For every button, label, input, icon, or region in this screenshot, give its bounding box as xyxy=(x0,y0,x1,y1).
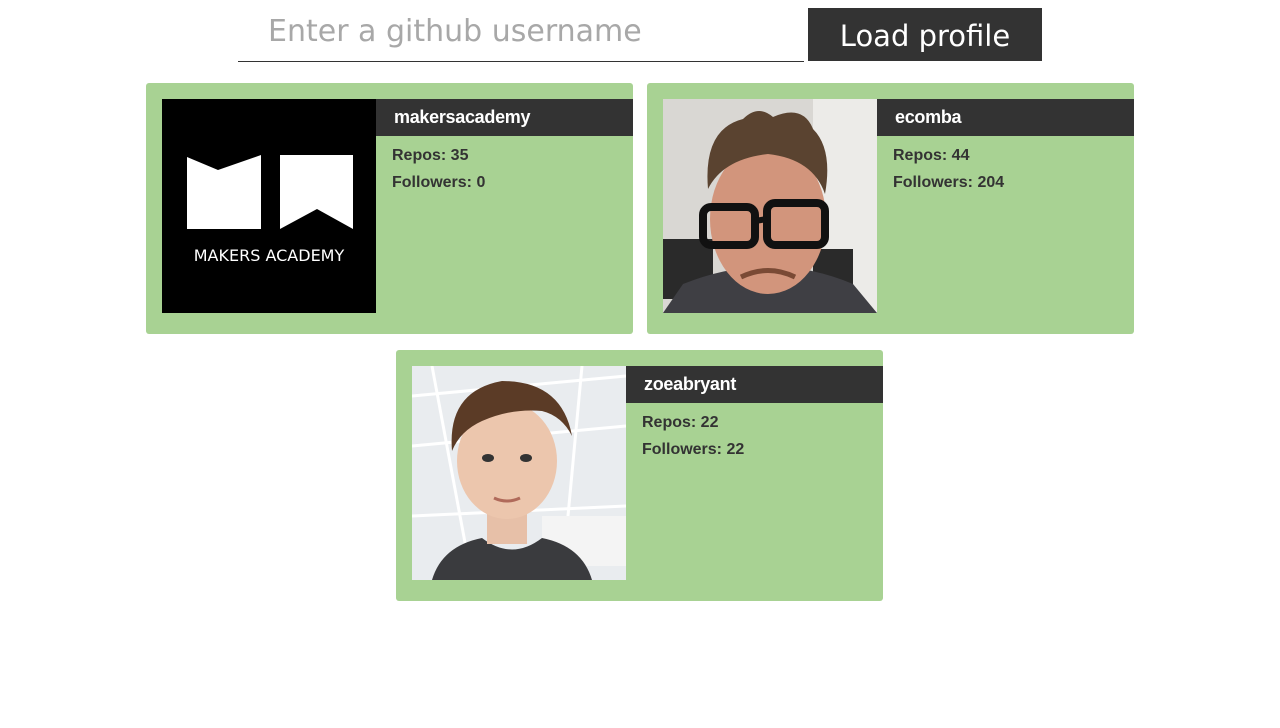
repos-count: Repos: 35 xyxy=(392,147,469,164)
avatar xyxy=(412,366,626,580)
profile-username: ecomba xyxy=(877,99,1134,136)
makers-academy-logo-icon: MAKERS ACADEMY xyxy=(162,99,376,313)
user-photo-icon xyxy=(412,366,626,580)
avatar: MAKERS ACADEMY xyxy=(162,99,376,313)
search-bar: Load profile xyxy=(238,8,1042,62)
avatar xyxy=(663,99,877,313)
profile-username: makersacademy xyxy=(376,99,633,136)
profile-card: zoeabryant Repos: 22 Followers: 22 xyxy=(396,350,883,601)
followers-count: Followers: 22 xyxy=(642,441,745,458)
repos-count: Repos: 22 xyxy=(642,414,719,431)
logo-caption: MAKERS ACADEMY xyxy=(194,246,345,265)
profile-card: ecomba Repos: 44 Followers: 204 xyxy=(647,83,1134,334)
load-profile-button[interactable]: Load profile xyxy=(808,8,1042,61)
repos-count: Repos: 44 xyxy=(893,147,970,164)
followers-count: Followers: 204 xyxy=(893,174,1005,191)
followers-count: Followers: 0 xyxy=(392,174,486,191)
user-photo-icon xyxy=(663,99,877,313)
profile-card: MAKERS ACADEMY makersacademy Repos: 35 F… xyxy=(146,83,633,334)
profile-username: zoeabryant xyxy=(626,366,883,403)
username-input[interactable] xyxy=(238,8,804,62)
